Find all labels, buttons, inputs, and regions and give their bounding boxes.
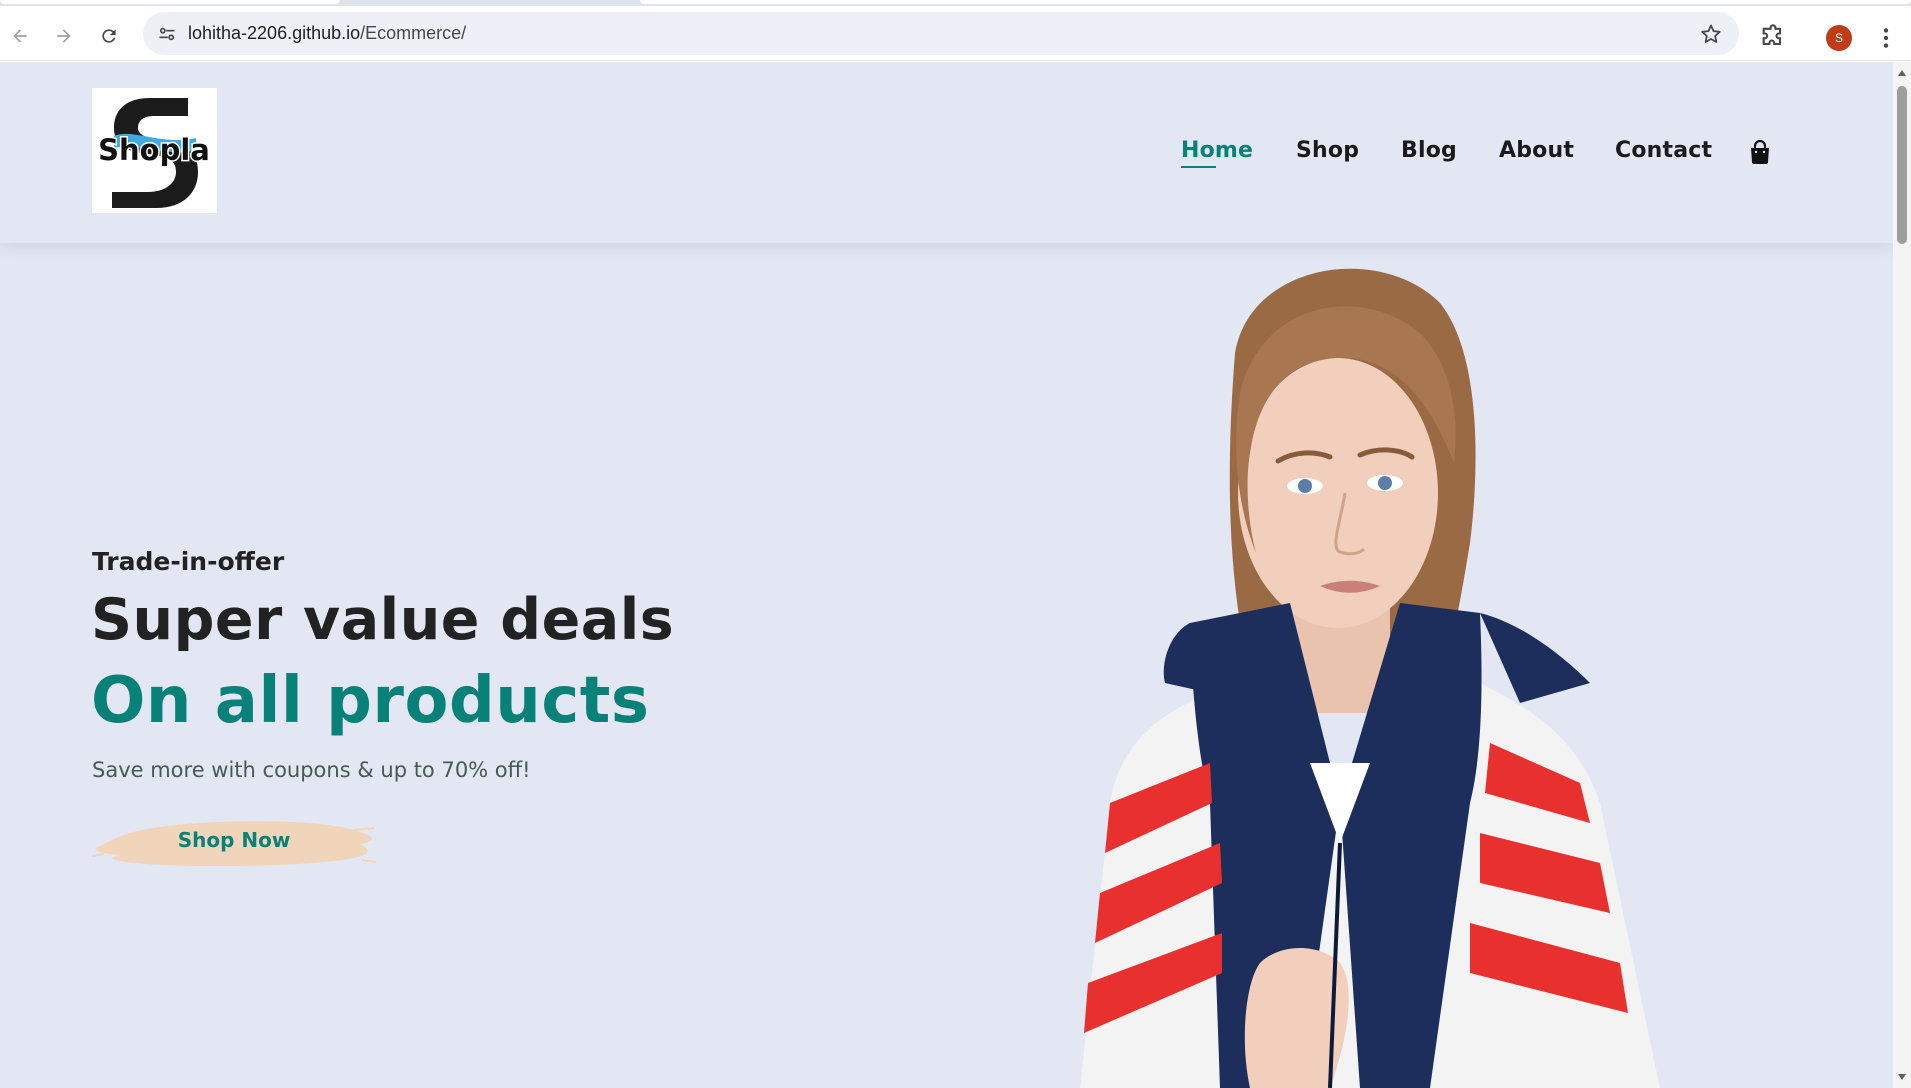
hero-kicker: Trade-in-offer: [92, 547, 285, 576]
nav-link-blog[interactable]: Blog: [1401, 138, 1457, 163]
hero-subtext: Save more with coupons & up to 70% off!: [92, 758, 531, 782]
site-header: Shopla Home Shop Blog About Contact: [0, 62, 1893, 243]
shop-now-button[interactable]: Shop Now: [92, 810, 376, 870]
arrow-left-icon: [13, 29, 27, 43]
hero-headline-accent: On all products: [91, 664, 650, 738]
model-illustration: [1080, 268, 1660, 1088]
reload-icon: [102, 29, 116, 43]
hero-headline: Super value deals: [91, 587, 675, 653]
url-host: lohitha-2206.github.io: [188, 23, 361, 43]
main-nav: Home Shop Blog About Contact: [0, 138, 1893, 178]
nav-link-contact[interactable]: Contact: [1615, 138, 1712, 163]
shop-now-label: Shop Now: [177, 828, 291, 852]
active-tab-hint[interactable]: [640, 0, 1911, 4]
nav-link-home[interactable]: Home: [1181, 138, 1253, 163]
url-path: /Ecommerce/: [360, 23, 467, 43]
active-nav-underline: [1181, 166, 1216, 168]
scroll-down-icon[interactable]: [1897, 1072, 1907, 1082]
back-button[interactable]: [3, 19, 37, 53]
url-text[interactable]: lohitha-2206.github.io/Ecommerce/: [188, 23, 466, 44]
scroll-up-icon[interactable]: [1897, 68, 1907, 78]
nav-link-shop[interactable]: Shop: [1296, 138, 1359, 163]
shopping-bag-icon[interactable]: [1749, 140, 1771, 164]
hero-section: Trade-in-offer Super value deals On all …: [0, 243, 1893, 1088]
star-icon[interactable]: [1699, 22, 1723, 46]
tab-hint[interactable]: [0, 0, 340, 4]
puzzle-icon[interactable]: [1759, 23, 1787, 51]
profile-avatar[interactable]: S: [1826, 25, 1852, 51]
forward-button[interactable]: [47, 19, 81, 53]
kebab-menu-icon[interactable]: [1873, 25, 1899, 51]
reload-button[interactable]: [92, 19, 126, 53]
hero-model-image: [960, 243, 1880, 1088]
browser-toolbar: lohitha-2206.github.io/Ecommerce/ S: [0, 6, 1911, 61]
site-info-button[interactable]: [153, 20, 180, 47]
scroll-thumb[interactable]: [1897, 86, 1907, 244]
page-scrollbar[interactable]: [1893, 62, 1911, 1088]
address-bar[interactable]: lohitha-2206.github.io/Ecommerce/: [143, 12, 1739, 55]
nav-link-about[interactable]: About: [1499, 138, 1574, 163]
arrow-right-icon: [57, 29, 71, 43]
tune-icon: [159, 27, 174, 40]
page-viewport: Shopla Home Shop Blog About Contact Trad…: [0, 62, 1893, 1088]
